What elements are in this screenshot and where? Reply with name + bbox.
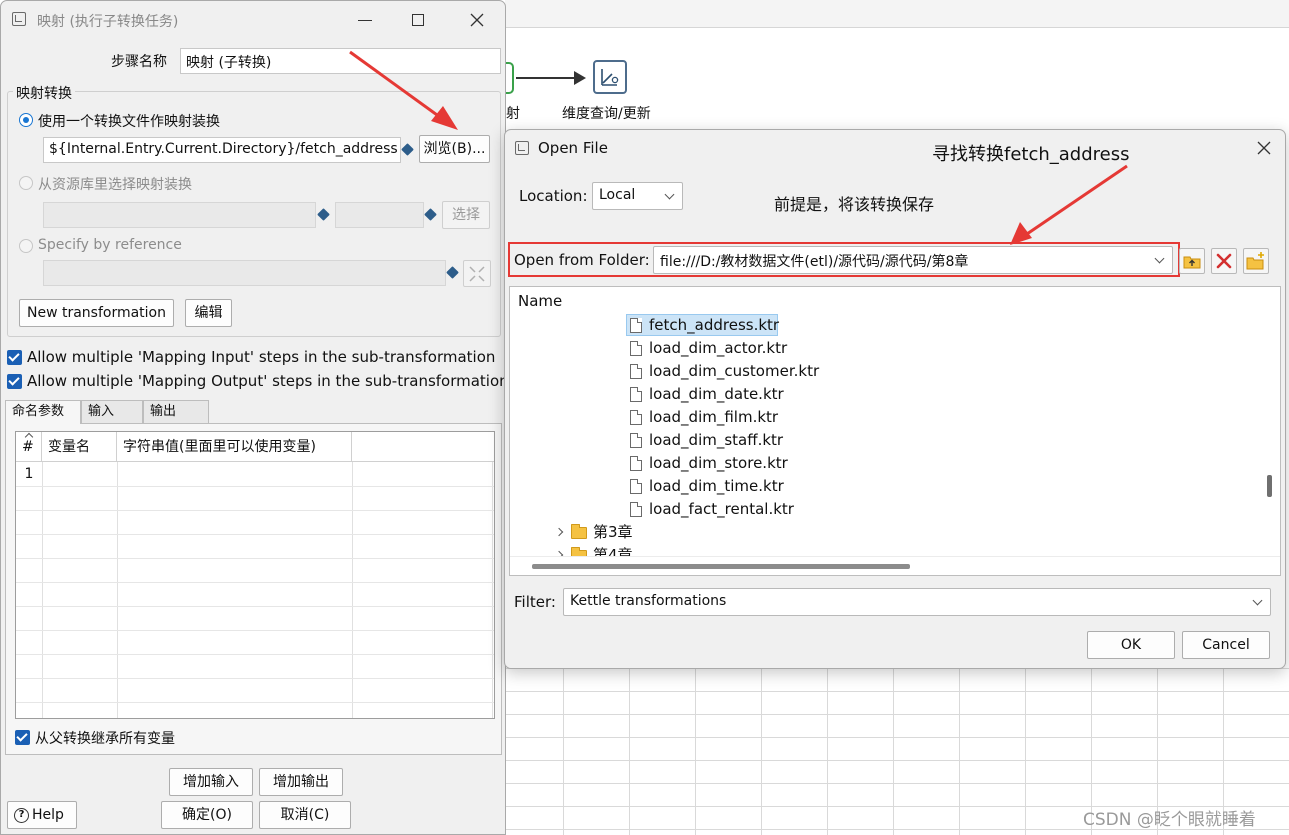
arrow-to-browse-line (349, 50, 445, 122)
arrow-to-folder-line (1023, 164, 1128, 238)
annotation-arrows (349, 50, 1128, 245)
watermark-text: CSDN @眨个眼就睡着 (1083, 810, 1256, 830)
arrow-to-browse-head-icon (431, 106, 458, 130)
tab-named-parameters[interactable]: 命名参数 (5, 400, 81, 424)
